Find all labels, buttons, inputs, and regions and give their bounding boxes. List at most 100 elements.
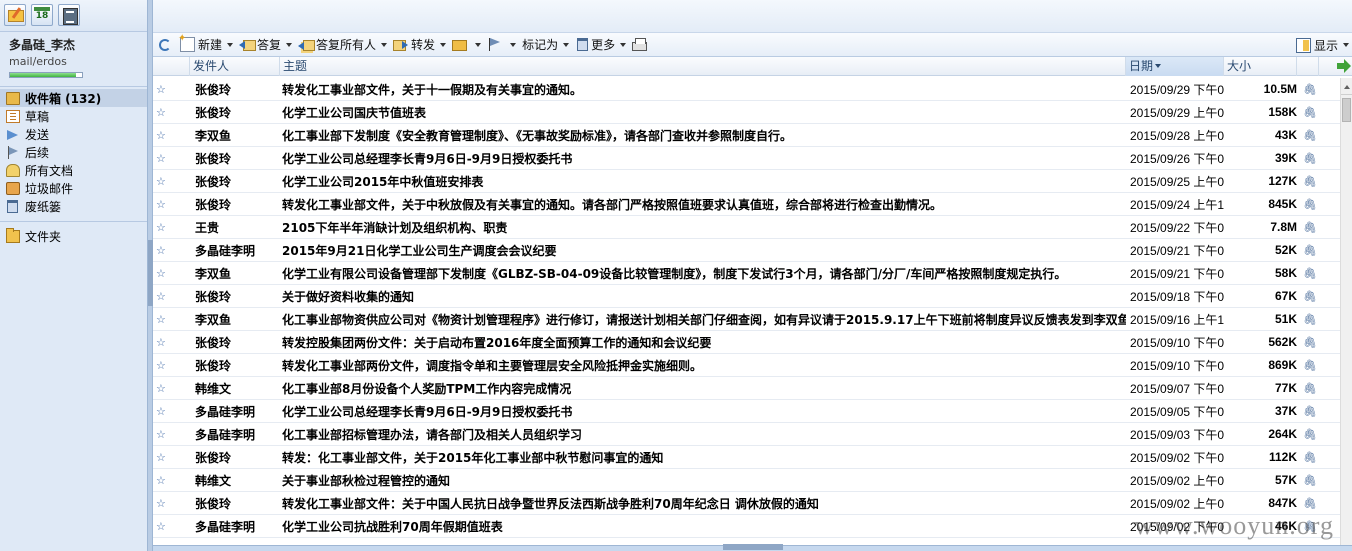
message-row[interactable]: ☆ 张俊玲 化学工业公司总经理李长青9月6日-9月9日授权委托书 2015/09/26… (153, 147, 1340, 170)
star-icon[interactable]: ☆ (153, 198, 190, 211)
star-icon[interactable]: ☆ (153, 175, 190, 188)
column-header-date[interactable]: 日期 (1126, 57, 1224, 76)
message-row[interactable]: ☆ 韩维文 关于事业部秋检过程管控的通知 2015/09/02 上午0 57K 🖇 (153, 469, 1340, 492)
message-row[interactable]: ☆ 韩维文 化工事业部8月份设备个人奖励TPM工作内容完成情况 2015/09/07 … (153, 377, 1340, 400)
reply-all-button[interactable]: 答复所有人 (295, 35, 390, 55)
more-button[interactable]: 更多 (572, 35, 629, 55)
notes-icon[interactable] (58, 4, 80, 26)
star-icon[interactable]: ☆ (153, 129, 190, 142)
attachment-icon: 🖇 (1303, 243, 1317, 257)
folder-junk[interactable]: 垃圾邮件 (0, 179, 147, 197)
star-icon[interactable]: ☆ (153, 451, 190, 464)
attachment-icon: 🖇 (1303, 128, 1317, 142)
folder-label: 垃圾邮件 (25, 181, 74, 196)
chevron-down-icon[interactable] (620, 42, 627, 47)
star-icon[interactable]: ☆ (153, 83, 190, 96)
folder-icon (452, 40, 468, 51)
column-header-size[interactable]: 大小 (1224, 57, 1297, 76)
delete-icon[interactable] (577, 38, 589, 51)
compose-mail-icon[interactable] (4, 4, 26, 26)
star-icon[interactable]: ☆ (153, 106, 190, 119)
chevron-down-icon[interactable] (227, 42, 234, 47)
star-icon[interactable]: ☆ (153, 336, 190, 349)
go-arrow-icon[interactable] (1337, 59, 1351, 73)
chevron-down-icon[interactable] (381, 42, 388, 47)
star-icon[interactable]: ☆ (153, 405, 190, 418)
message-size: 845K (1268, 197, 1297, 211)
refresh-button[interactable] (156, 35, 177, 55)
scrollbar-thumb[interactable] (1342, 98, 1351, 122)
message-row[interactable]: ☆ 张俊玲 关于做好资料收集的通知 2015/09/18 下午0 67K 🖇 (153, 285, 1340, 308)
print-button[interactable] (629, 35, 653, 55)
preview-splitter[interactable] (153, 544, 1352, 551)
message-row[interactable]: ☆ 张俊玲 转发控股集团两份文件：关于启动布置2016年度全面预算工作的通知和会议纪… (153, 331, 1340, 354)
column-header-subject[interactable]: 主题 (280, 57, 1126, 76)
chevron-down-icon[interactable] (510, 42, 517, 47)
message-row[interactable]: ☆ 张俊玲 转发：化工事业部文件，关于2015年化工事业部中秋节慰问事宜的通知 201… (153, 446, 1340, 469)
star-icon[interactable]: ☆ (153, 267, 190, 280)
message-row[interactable]: ☆ 张俊玲 转发化工事业部两份文件，调度指令单和主要管理层安全风险抵押金实施细则。 2… (153, 354, 1340, 377)
star-icon[interactable]: ☆ (153, 290, 190, 303)
folder-drafts[interactable]: 草稿 (0, 107, 147, 125)
chevron-down-icon[interactable] (440, 42, 447, 47)
vertical-scrollbar[interactable] (1340, 78, 1352, 545)
message-sender: 张俊玲 (195, 289, 232, 304)
message-list: ☆ 张俊玲 转发化工事业部文件，关于十一假期及有关事宜的通知。 2015/09/29 … (153, 78, 1340, 545)
chevron-down-icon[interactable] (286, 42, 293, 47)
message-size: 869K (1268, 358, 1297, 372)
main-header-bar (153, 0, 1352, 33)
attachment-icon: 🖇 (1303, 450, 1317, 464)
star-icon[interactable]: ☆ (153, 221, 190, 234)
chevron-down-icon[interactable] (475, 42, 482, 47)
message-row[interactable]: ☆ 张俊玲 化学工业公司国庆节值班表 2015/09/29 上午0 158K 🖇 (153, 101, 1340, 124)
display-button[interactable]: 显示 (1293, 35, 1352, 55)
splitter-grip[interactable] (723, 544, 783, 550)
star-icon[interactable]: ☆ (153, 474, 190, 487)
folder-inbox[interactable]: 收件箱 (132) (0, 89, 147, 107)
message-row[interactable]: ☆ 多晶硅李明 化工事业部招标管理办法，请各部门及相关人员组织学习 2015/09/0… (153, 423, 1340, 446)
folder-all-documents[interactable]: 所有文档 (0, 161, 147, 179)
move-to-folder-button[interactable] (449, 35, 484, 55)
star-icon[interactable]: ☆ (153, 244, 190, 257)
star-icon[interactable]: ☆ (153, 359, 190, 372)
mark-as-button[interactable]: 标记为 (519, 35, 572, 55)
message-row[interactable]: ☆ 张俊玲 化学工业公司2015年中秋值班安排表 2015/09/25 上午0 127K… (153, 170, 1340, 193)
forward-button[interactable]: 转发 (390, 35, 449, 55)
message-row[interactable]: ☆ 王贵 2105下年半年消缺计划及组织机构、职责 2015/09/22 下午0 7.8… (153, 216, 1340, 239)
message-subject: 化工事业部招标管理办法，请各部门及相关人员组织学习 (282, 427, 583, 442)
message-row[interactable]: ☆ 张俊玲 转发化工事业部文件，关于中秋放假及有关事宜的通知。请各部门严格按照值班要… (153, 193, 1340, 216)
star-icon[interactable]: ☆ (153, 520, 190, 533)
folder-trash[interactable]: 废纸篓 (0, 197, 147, 215)
column-header-attachment[interactable] (1297, 57, 1319, 76)
message-date: 2015/09/24 上午1 (1130, 197, 1224, 212)
message-row[interactable]: ☆ 张俊玲 转发化工事业部文件，关于十一假期及有关事宜的通知。 2015/09/29 … (153, 78, 1340, 101)
star-icon[interactable]: ☆ (153, 382, 190, 395)
calendar-icon[interactable]: 18 (31, 4, 53, 26)
chevron-down-icon[interactable] (563, 42, 570, 47)
mail-toolbar: 新建 答复 答复所有人 转发 标记为 更多 (153, 33, 1352, 57)
message-subject: 化工事业部下发制度《安全教育管理制度》、《无事故奖励标准》，请各部门查收并参照制… (282, 128, 793, 143)
message-row[interactable]: ☆ 张俊玲 转发化工事业部文件：关于中国人民抗日战争暨世界反法西斯战争胜利70周年纪… (153, 492, 1340, 515)
chevron-down-icon[interactable] (1343, 43, 1349, 47)
follow-up-button[interactable] (484, 35, 519, 55)
column-header-sender[interactable]: 发件人 (190, 57, 280, 76)
message-row[interactable]: ☆ 多晶硅李明 2015年9月21日化学工业公司生产调度会会议纪要 2015/09/2… (153, 239, 1340, 262)
folder-followup[interactable]: 后续 (0, 143, 147, 161)
star-icon[interactable]: ☆ (153, 313, 190, 326)
reply-button[interactable]: 答复 (236, 35, 295, 55)
message-row[interactable]: ☆ 多晶硅李明 化学工业公司总经理李长青9月6日-9月9日授权委托书 2015/09/… (153, 400, 1340, 423)
star-icon[interactable]: ☆ (153, 428, 190, 441)
star-icon[interactable]: ☆ (153, 152, 190, 165)
column-header-star[interactable] (153, 57, 190, 76)
message-size: 847K (1268, 496, 1297, 510)
new-button[interactable]: 新建 (177, 33, 236, 55)
message-row[interactable]: ☆ 李双鱼 化工事业部物资供应公司对《物资计划管理程序》进行修订，请报送计划相关部门… (153, 308, 1340, 331)
folder-root[interactable]: 文件夹 (0, 227, 147, 245)
user-name: 多晶硅_李杰 (9, 38, 76, 52)
star-icon[interactable]: ☆ (153, 497, 190, 510)
message-row[interactable]: ☆ 多晶硅李明 化学工业公司抗战胜利70周年假期值班表 2015/09/02 下午0 4… (153, 515, 1340, 538)
message-row[interactable]: ☆ 李双鱼 化学工业有限公司设备管理部下发制度《GLBZ-SB-04-09设备比较管… (153, 262, 1340, 285)
scroll-up-arrow-icon[interactable] (1341, 78, 1352, 95)
folder-sent[interactable]: 发送 (0, 125, 147, 143)
message-row[interactable]: ☆ 李双鱼 化工事业部下发制度《安全教育管理制度》、《无事故奖励标准》，请各部门查收… (153, 124, 1340, 147)
